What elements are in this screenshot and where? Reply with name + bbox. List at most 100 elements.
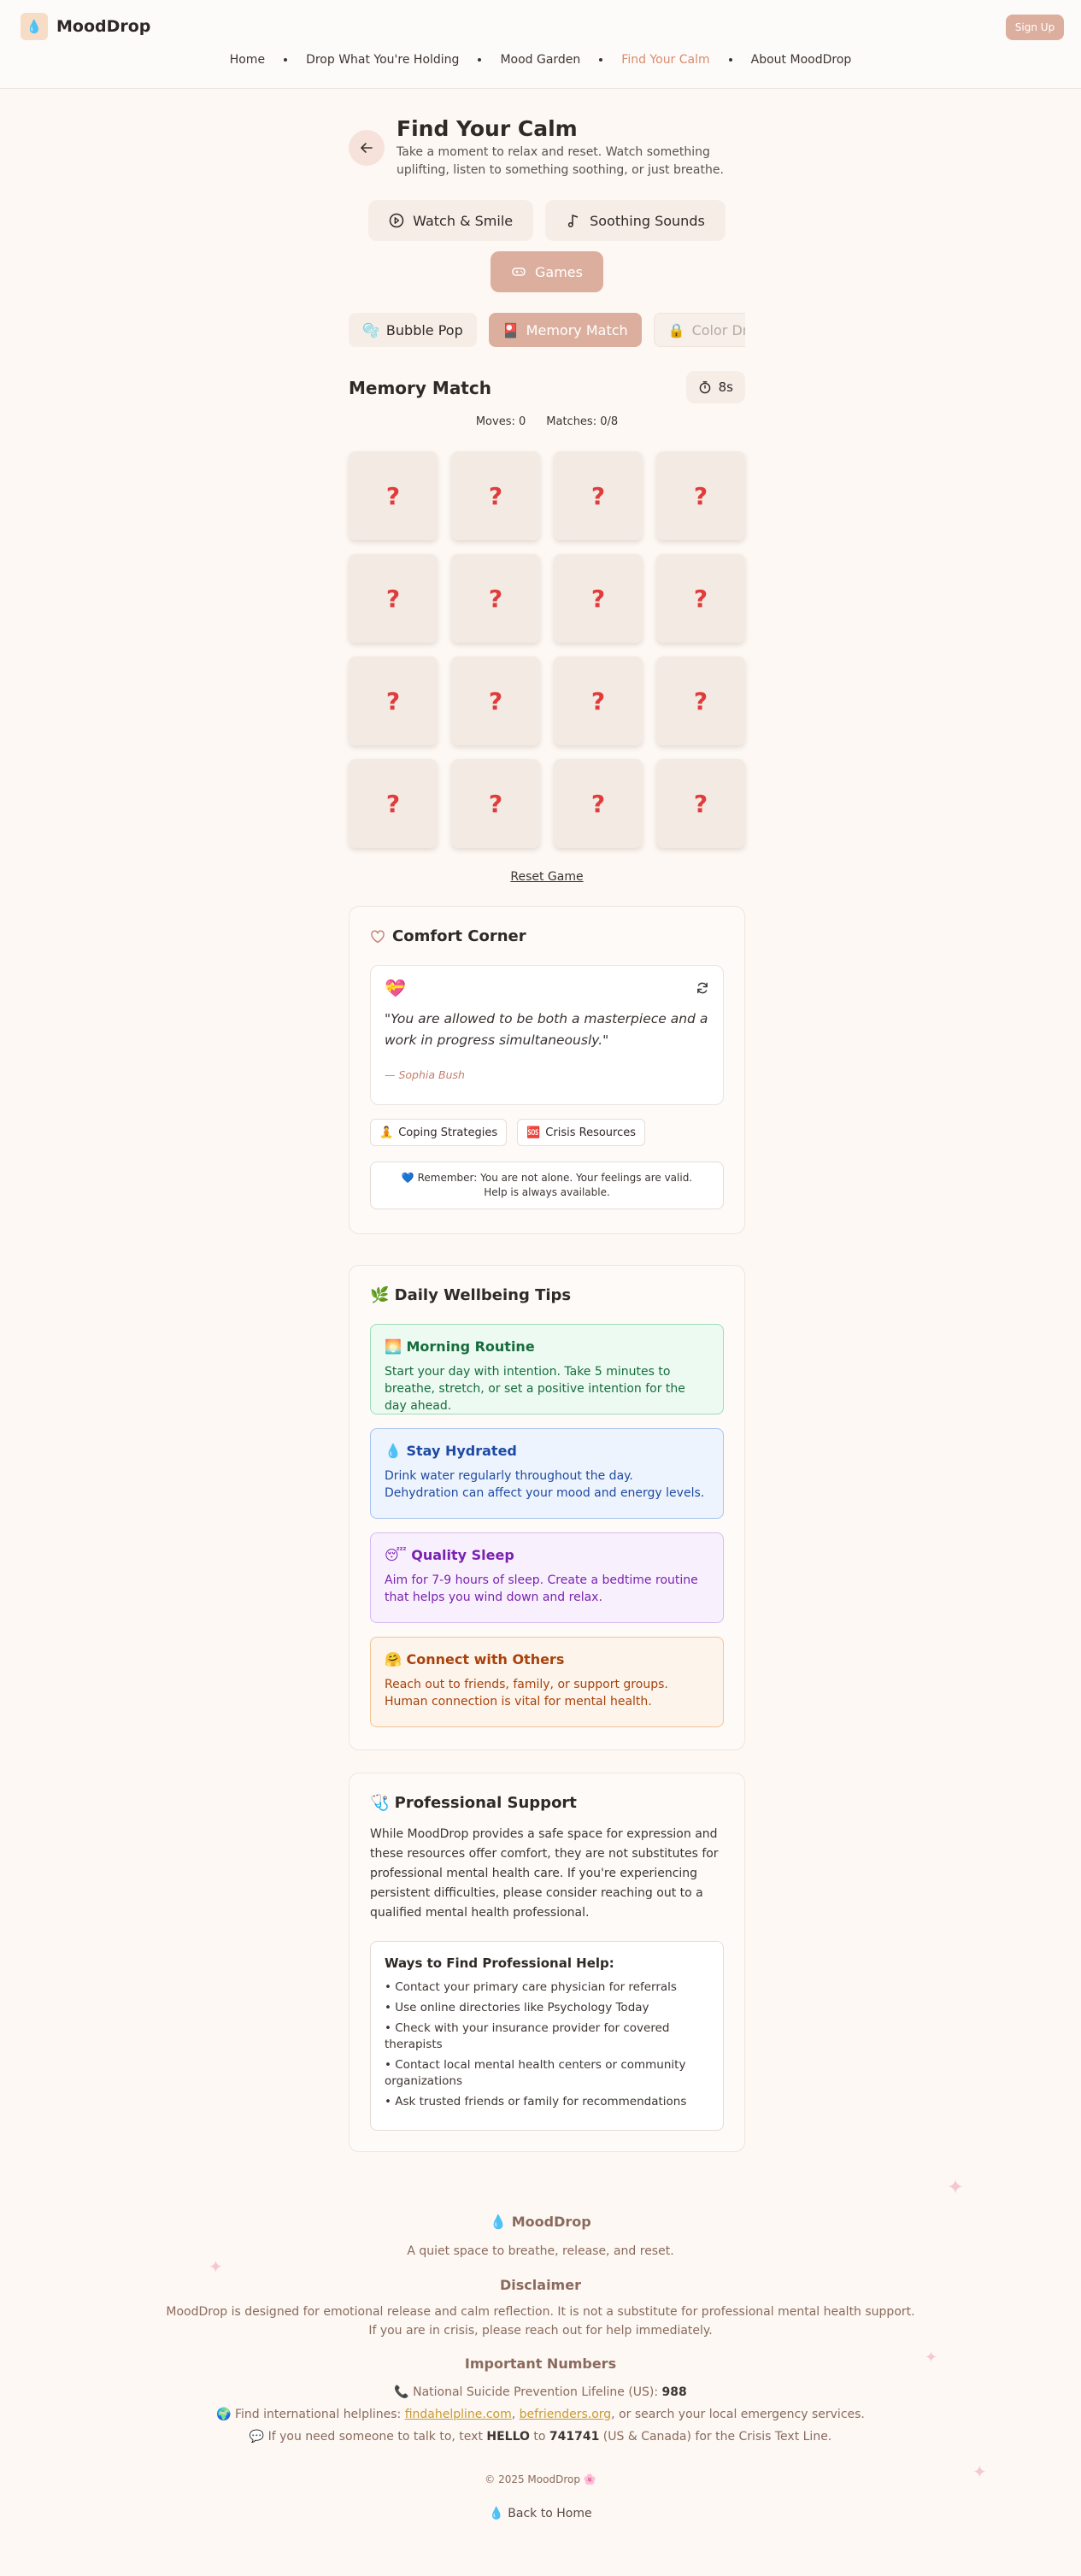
tip-stay-hydrated: 💧 Stay Hydrated Drink water regularly th… [370, 1428, 724, 1519]
crisis-resources-button[interactable]: 🆘 Crisis Resources [517, 1119, 646, 1146]
memory-card[interactable]: ? [451, 554, 540, 643]
ways-to-find-help: Ways to Find Professional Help: • Contac… [370, 1941, 724, 2131]
nav-home[interactable]: Home [230, 53, 265, 67]
nav-find-your-calm[interactable]: Find Your Calm [621, 53, 709, 67]
memory-card[interactable]: ? [656, 656, 745, 745]
memory-card[interactable]: ? [656, 451, 745, 540]
memory-card[interactable]: ? [349, 451, 438, 540]
play-icon [389, 213, 404, 228]
quote-text: "You are allowed to be both a masterpiec… [385, 1011, 708, 1048]
heart-outline-icon [371, 930, 385, 943]
soothing-sounds-button[interactable]: Soothing Sounds [545, 200, 726, 241]
reset-game-link[interactable]: Reset Game [349, 870, 745, 884]
memory-card[interactable]: ? [554, 554, 643, 643]
cards-icon: 🎴 [502, 321, 520, 338]
footer-tagline: A quiet space to breathe, release, and r… [407, 2244, 674, 2258]
memory-card[interactable]: ? [349, 759, 438, 848]
memory-card[interactable]: ? [451, 451, 540, 540]
ways-title: Ways to Find Professional Help: [385, 1956, 614, 1971]
nav-about[interactable]: About MoodDrop [751, 53, 852, 67]
ways-item: • Contact your primary care physician fo… [385, 1980, 677, 1994]
memory-card[interactable]: ? [349, 554, 438, 643]
memory-match-title: Memory Match [349, 378, 491, 398]
tip-quality-sleep: 😴 Quality Sleep Aim for 7-9 hours of sle… [370, 1532, 724, 1623]
memory-card[interactable]: ? [656, 759, 745, 848]
memory-card[interactable]: ? [656, 554, 745, 643]
nav-drop[interactable]: Drop What You're Holding [306, 53, 459, 67]
memory-card[interactable]: ? [349, 656, 438, 745]
findahelpline-link[interactable]: findahelpline.com [405, 2408, 512, 2421]
arrow-left-icon [361, 143, 373, 153]
back-to-home-link[interactable]: 💧 Back to Home [0, 2504, 1081, 2523]
game-timer: 8s [685, 371, 745, 403]
ways-item: • Check with your insurance provider for… [385, 2021, 670, 2051]
lifeline-line: 📞 National Suicide Prevention Lifeline (… [0, 2383, 1081, 2402]
intl-label: 🌍 Find international helplines: [216, 2408, 405, 2421]
tip-morning-routine: 🌅 Morning Routine Start your day with in… [370, 1324, 724, 1414]
wellbeing-tips-title: 🌿 Daily Wellbeing Tips [370, 1286, 572, 1304]
tip-title: 🤗 Connect with Others [385, 1651, 565, 1667]
gamepad-icon [512, 268, 526, 276]
ways-item: • Ask trusted friends or family for reco… [385, 2095, 687, 2108]
games-button[interactable]: Games [491, 251, 603, 292]
lifeline-label: 📞 National Suicide Prevention Lifeline (… [394, 2385, 662, 2399]
timer-value: 8s [718, 379, 733, 395]
professional-support-panel: 🩺 Professional Support While MoodDrop pr… [349, 1773, 745, 2152]
game-tabs: 🫧 Bubble Pop 🎴 Memory Match 🔒 Color Drif… [349, 313, 745, 349]
wellbeing-tips-panel: 🌿 Daily Wellbeing Tips 🌅 Morning Routine… [349, 1265, 745, 1750]
gift-heart-icon: 💝 [385, 978, 406, 998]
memory-card[interactable]: ? [451, 759, 540, 848]
important-numbers-heading: Important Numbers [464, 2355, 617, 2372]
memory-card[interactable]: ? [554, 656, 643, 745]
memory-card-grid: ???????????????? [349, 451, 745, 848]
intl-separator: , [511, 2408, 520, 2421]
comfort-corner-panel: Comfort Corner 💝 "You are allowed to be … [349, 906, 745, 1234]
page-title: Find Your Calm [397, 116, 578, 141]
nav-mood-garden[interactable]: Mood Garden [500, 53, 580, 67]
remember-note: 💙 Remember: You are not alone. Your feel… [370, 1162, 724, 1209]
memory-card[interactable]: ? [451, 656, 540, 745]
site-header: 💧 MoodDrop Sign Up Home Drop What You're… [0, 0, 1081, 89]
back-arrow-button[interactable] [349, 130, 385, 166]
text-number: 741741 [549, 2430, 600, 2444]
bubbles-icon: 🫧 [362, 321, 379, 338]
refresh-quote-icon[interactable] [696, 981, 709, 998]
tip-text: Reach out to friends, family, or support… [385, 1678, 668, 1709]
coping-strategies-button[interactable]: 🧘 Coping Strategies [370, 1119, 508, 1146]
music-note-icon [567, 215, 579, 227]
tab-color-drift[interactable]: 🔒 Color Drift [653, 313, 745, 347]
tip-text: Start your day with intention. Take 5 mi… [385, 1365, 685, 1413]
lifeline-number: 988 [661, 2385, 687, 2399]
tab-color-drift-label: Color Drift [691, 321, 745, 338]
befrienders-link[interactable]: befrienders.org [520, 2408, 612, 2421]
tip-title: 😴 Quality Sleep [385, 1547, 514, 1563]
main-nav: Home Drop What You're Holding Mood Garde… [0, 53, 1081, 67]
page-subtitle: Take a moment to relax and reset. Watch … [397, 145, 724, 177]
tip-title: 🌅 Morning Routine [385, 1338, 535, 1355]
tab-memory-match[interactable]: 🎴 Memory Match [488, 313, 642, 347]
brand-name: MoodDrop [56, 17, 151, 36]
quote-author: — Sophia Bush [385, 1068, 465, 1081]
comfort-corner-title-text: Comfort Corner [392, 927, 526, 945]
watch-smile-button[interactable]: Watch & Smile [368, 200, 534, 241]
text-mid: to [529, 2430, 549, 2444]
watch-smile-label: Watch & Smile [413, 212, 514, 229]
tab-bubble-pop[interactable]: 🫧 Bubble Pop [349, 313, 477, 347]
meditation-icon: 🧘 [379, 1126, 394, 1139]
professional-support-title: 🩺 Professional Support [370, 1794, 577, 1812]
intl-helplines-line: 🌍 Find international helplines: findahel… [0, 2405, 1081, 2424]
nav-separator [728, 58, 732, 62]
brand-logo[interactable]: 💧 MoodDrop [21, 13, 150, 40]
soothing-sounds-label: Soothing Sounds [590, 212, 705, 229]
comfort-links: 🧘 Coping Strategies 🆘 Crisis Resources [370, 1119, 646, 1146]
nav-separator [284, 58, 288, 62]
memory-card[interactable]: ? [554, 451, 643, 540]
stopwatch-icon [699, 381, 710, 394]
memory-card[interactable]: ? [554, 759, 643, 848]
sparkle-icon: ✦ [209, 2256, 223, 2277]
mode-selector-row2: Games [349, 251, 745, 292]
signup-button[interactable]: Sign Up [1006, 15, 1064, 40]
games-label: Games [535, 263, 583, 280]
disclaimer-text: MoodDrop is designed for emotional relea… [166, 2305, 915, 2338]
droplet-logo-icon: 💧 [21, 13, 48, 40]
